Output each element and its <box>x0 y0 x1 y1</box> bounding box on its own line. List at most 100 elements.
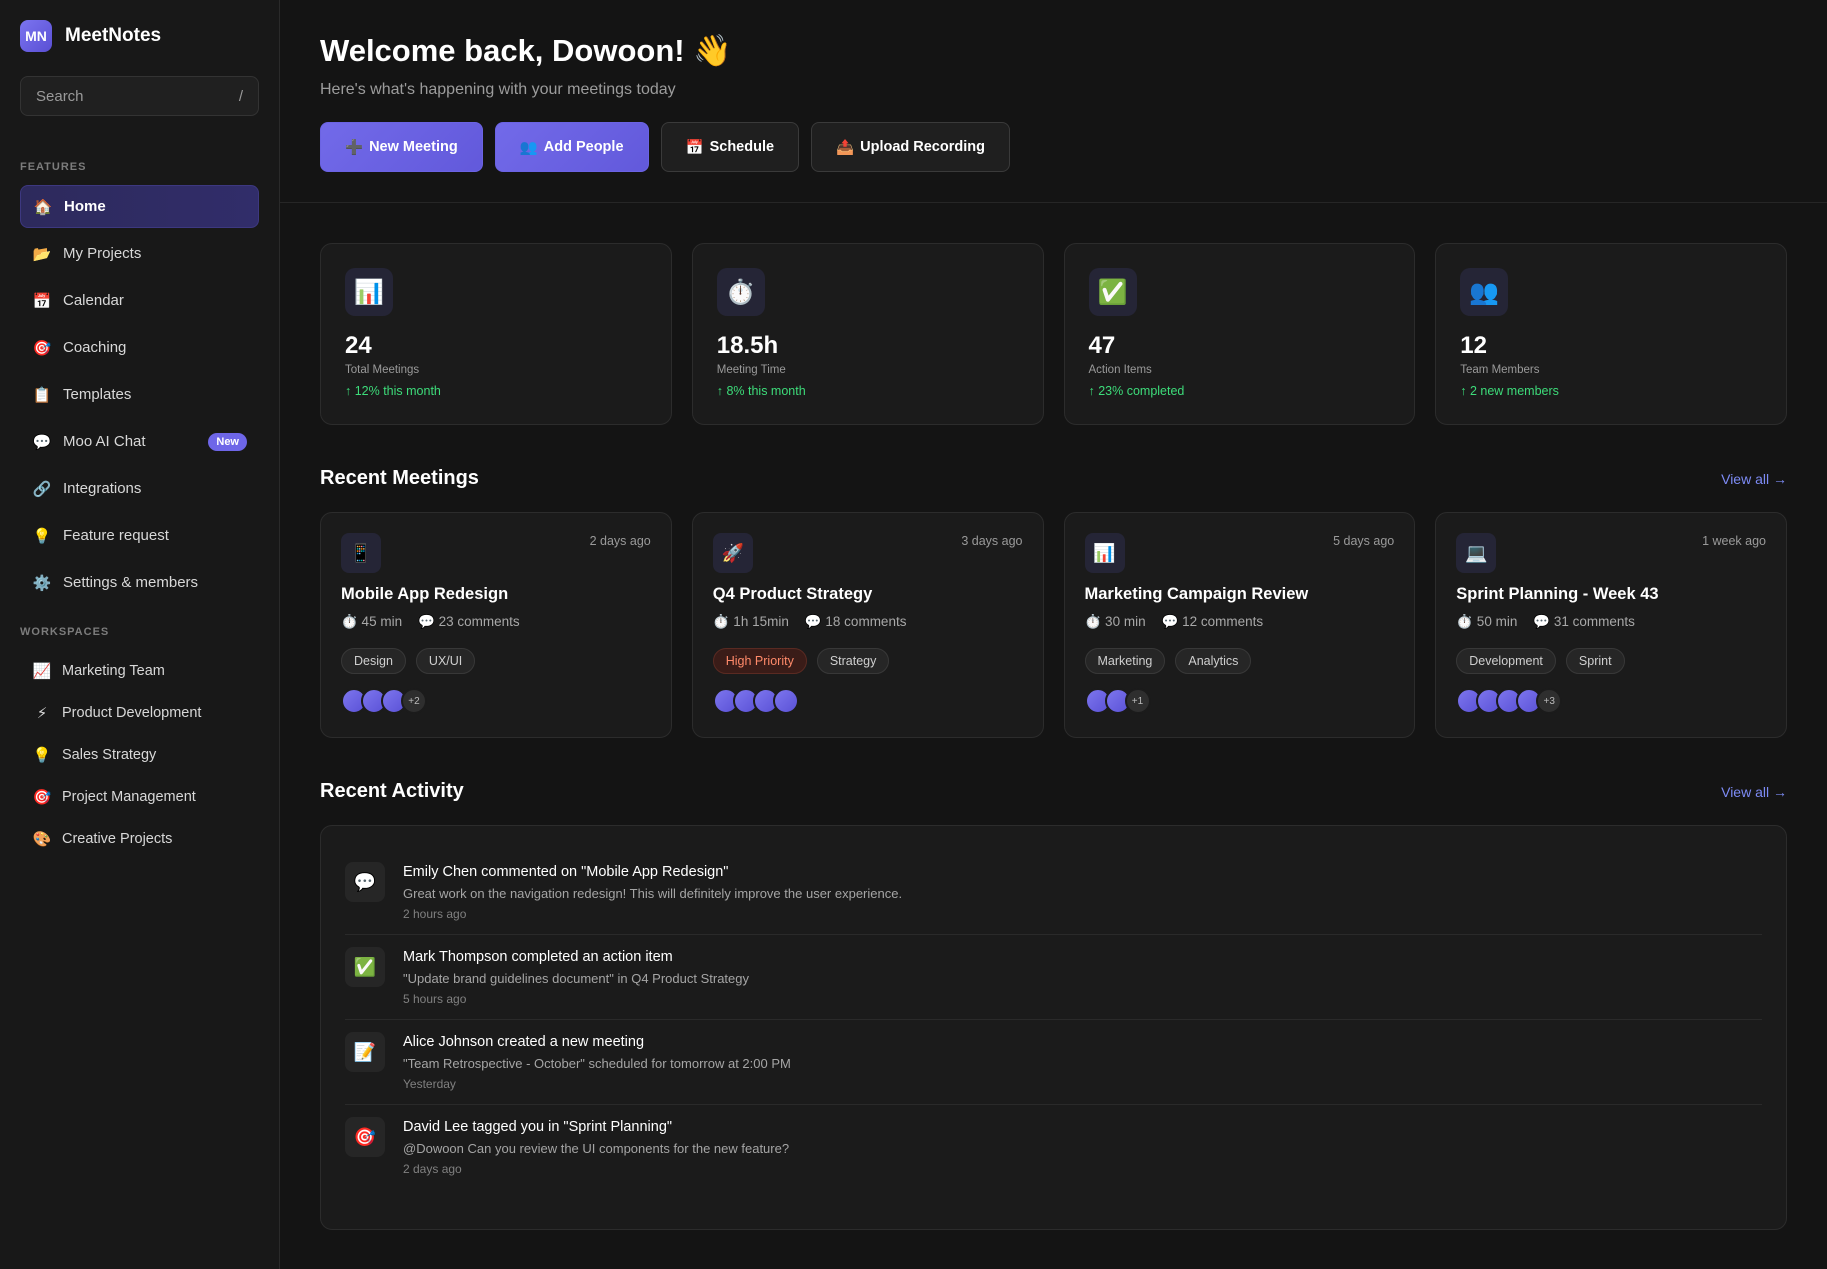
sidebar-item-my-projects[interactable]: 📂 My Projects <box>20 232 259 275</box>
workspace-label: Product Development <box>62 705 202 721</box>
meeting-card[interactable]: 📊 5 days ago Marketing Campaign Review ⏱… <box>1063 512 1416 738</box>
memo-icon: 📝 <box>345 1032 385 1072</box>
sidebar-item-templates[interactable]: 📋 Templates <box>20 373 259 416</box>
brand[interactable]: MN MeetNotes <box>20 20 259 52</box>
meeting-title: Q4 Product Strategy <box>712 585 873 603</box>
participant-avatars <box>712 688 1023 714</box>
tag[interactable]: Sprint <box>1565 648 1625 674</box>
stat-label: Team Members <box>1460 364 1540 376</box>
sidebar-item-home[interactable]: 🏠 Home <box>20 185 259 228</box>
rocket-icon: 🚀 <box>712 533 753 573</box>
new-badge: New <box>208 432 247 451</box>
stat-label: Total Meetings <box>345 364 420 376</box>
schedule-button[interactable]: 📅 Schedule <box>660 122 800 172</box>
stat-card-team-members[interactable]: 👥 12 Team Members ↑ 2 new members <box>1435 243 1787 425</box>
bar-chart-icon: 📊 <box>1084 533 1125 573</box>
phone-icon: 📱 <box>341 533 381 573</box>
workspace-label: Sales Strategy <box>62 747 157 763</box>
tag[interactable]: Analytics <box>1175 648 1252 674</box>
recent-activity-header: Recent Activity View all → <box>320 780 1787 803</box>
calendar-icon: 📅 <box>32 292 52 310</box>
stopwatch-icon: ⏱️ <box>716 268 765 316</box>
activity-time: 5 hours ago <box>403 992 467 1006</box>
stat-label: Meeting Time <box>716 364 786 376</box>
stat-card-meeting-time[interactable]: ⏱️ 18.5h Meeting Time ↑ 8% this month <box>691 243 1044 425</box>
sidebar-item-label: Templates <box>63 386 132 403</box>
calendar-icon: 📅 <box>685 139 704 156</box>
button-label: Add People <box>543 139 624 155</box>
new-meeting-button[interactable]: ➕ New Meeting <box>320 122 483 172</box>
dashboard-content: 📊 24 Total Meetings ↑ 12% this month ⏱️ … <box>280 203 1827 1230</box>
participant-avatars: +1 <box>1084 688 1395 714</box>
workspace-product-development[interactable]: ⚡ Product Development <box>20 692 259 734</box>
bar-chart-icon: 📊 <box>345 268 393 316</box>
stat-card-action-items[interactable]: ✅ 47 Action Items ↑ 23% completed <box>1063 243 1416 425</box>
people-icon: 👥 <box>519 139 538 156</box>
recent-activity-title: Recent Activity <box>320 780 464 802</box>
activity-item[interactable]: 🎯 David Lee tagged you in "Sprint Planni… <box>345 1105 1762 1189</box>
workspace-label: Marketing Team <box>62 663 165 679</box>
target-icon: 🎯 <box>345 1117 385 1157</box>
tag[interactable]: Marketing <box>1084 648 1166 674</box>
stat-value: 47 <box>1088 332 1116 359</box>
meeting-duration: ⏱️ 30 min <box>1084 614 1146 629</box>
brand-name: MeetNotes <box>65 25 162 46</box>
meeting-duration: ⏱️ 45 min <box>341 614 403 629</box>
search-box[interactable]: / <box>20 76 259 116</box>
stat-trend: ↑ 8% this month <box>716 384 806 398</box>
activity-time: 2 hours ago <box>403 907 467 921</box>
stat-value: 18.5h <box>716 332 779 359</box>
search-input[interactable] <box>36 87 216 105</box>
sidebar-item-settings[interactable]: ⚙️ Settings & members <box>20 561 259 604</box>
meeting-card[interactable]: 📱 2 days ago Mobile App Redesign ⏱️ 45 m… <box>320 512 672 738</box>
main-content: Welcome back, Dowoon! 👋 Here's what's ha… <box>280 0 1827 1269</box>
workspace-sales-strategy[interactable]: 💡 Sales Strategy <box>20 734 259 776</box>
sidebar-item-coaching[interactable]: 🎯 Coaching <box>20 326 259 369</box>
meeting-title: Marketing Campaign Review <box>1084 585 1309 603</box>
sidebar-item-moo-ai-chat[interactable]: 💬 Moo AI Chat New <box>20 420 259 463</box>
upload-recording-button[interactable]: 📤 Upload Recording <box>811 122 1010 172</box>
meeting-card[interactable]: 💻 1 week ago Sprint Planning - Week 43 ⏱… <box>1435 512 1787 738</box>
add-people-button[interactable]: 👥 Add People <box>494 122 649 172</box>
action-bar: ➕ New Meeting 👥 Add People 📅 Schedule 📤 … <box>320 122 1787 172</box>
activity-item[interactable]: ✅ Mark Thompson completed an action item… <box>345 935 1762 1020</box>
sidebar-item-integrations[interactable]: 🔗 Integrations <box>20 467 259 510</box>
target-icon: 🎯 <box>32 339 52 357</box>
activity-time: 2 days ago <box>403 1162 462 1176</box>
sidebar-item-feature-request[interactable]: 💡 Feature request <box>20 514 259 557</box>
button-label: Upload Recording <box>860 139 985 155</box>
workspace-creative-projects[interactable]: 🎨 Creative Projects <box>20 818 259 860</box>
stat-trend: ↑ 12% this month <box>345 384 441 398</box>
activity-item[interactable]: 💬 Emily Chen commented on "Mobile App Re… <box>345 850 1762 935</box>
stat-value: 24 <box>345 332 372 359</box>
laptop-icon: 💻 <box>1456 533 1497 573</box>
workspace-marketing-team[interactable]: 📈 Marketing Team <box>20 650 259 692</box>
recent-meetings-header: Recent Meetings View all → <box>320 467 1787 490</box>
plus-icon: ➕ <box>345 139 364 156</box>
sidebar-item-calendar[interactable]: 📅 Calendar <box>20 279 259 322</box>
stats-row: 📊 24 Total Meetings ↑ 12% this month ⏱️ … <box>320 243 1787 425</box>
tag[interactable]: Strategy <box>816 648 890 674</box>
checkmark-icon: ✅ <box>1088 268 1137 316</box>
activity-body: Alice Johnson created a new meeting "Tea… <box>403 1032 791 1091</box>
view-all-activity-link[interactable]: View all → <box>1721 784 1787 800</box>
avatar-overflow-count: +2 <box>401 688 427 714</box>
meeting-card[interactable]: 🚀 3 days ago Q4 Product Strategy ⏱️ 1h 1… <box>691 512 1044 738</box>
activity-title: David Lee tagged you in "Sprint Planning… <box>403 1119 673 1135</box>
stat-card-total-meetings[interactable]: 📊 24 Total Meetings ↑ 12% this month <box>320 243 672 425</box>
page-header: Welcome back, Dowoon! 👋 Here's what's ha… <box>280 0 1827 203</box>
priority-tag[interactable]: High Priority <box>712 648 807 674</box>
tag[interactable]: UX/UI <box>415 648 476 674</box>
target-icon: 🎯 <box>32 789 52 806</box>
lightbulb-icon: 💡 <box>32 527 52 545</box>
activity-body: Emily Chen commented on "Mobile App Rede… <box>403 862 902 921</box>
tag[interactable]: Development <box>1456 648 1556 674</box>
sidebar-item-label: Moo AI Chat <box>63 433 146 450</box>
chat-bubble-icon: 💬 <box>345 862 385 902</box>
workspace-project-management[interactable]: 🎯 Project Management <box>20 776 259 818</box>
view-all-meetings-link[interactable]: View all → <box>1721 471 1787 487</box>
tag[interactable]: Design <box>341 648 406 674</box>
activity-item[interactable]: 📝 Alice Johnson created a new meeting "T… <box>345 1020 1762 1105</box>
recent-meetings-list: 📱 2 days ago Mobile App Redesign ⏱️ 45 m… <box>320 512 1787 738</box>
lightbulb-icon: 💡 <box>32 747 52 764</box>
